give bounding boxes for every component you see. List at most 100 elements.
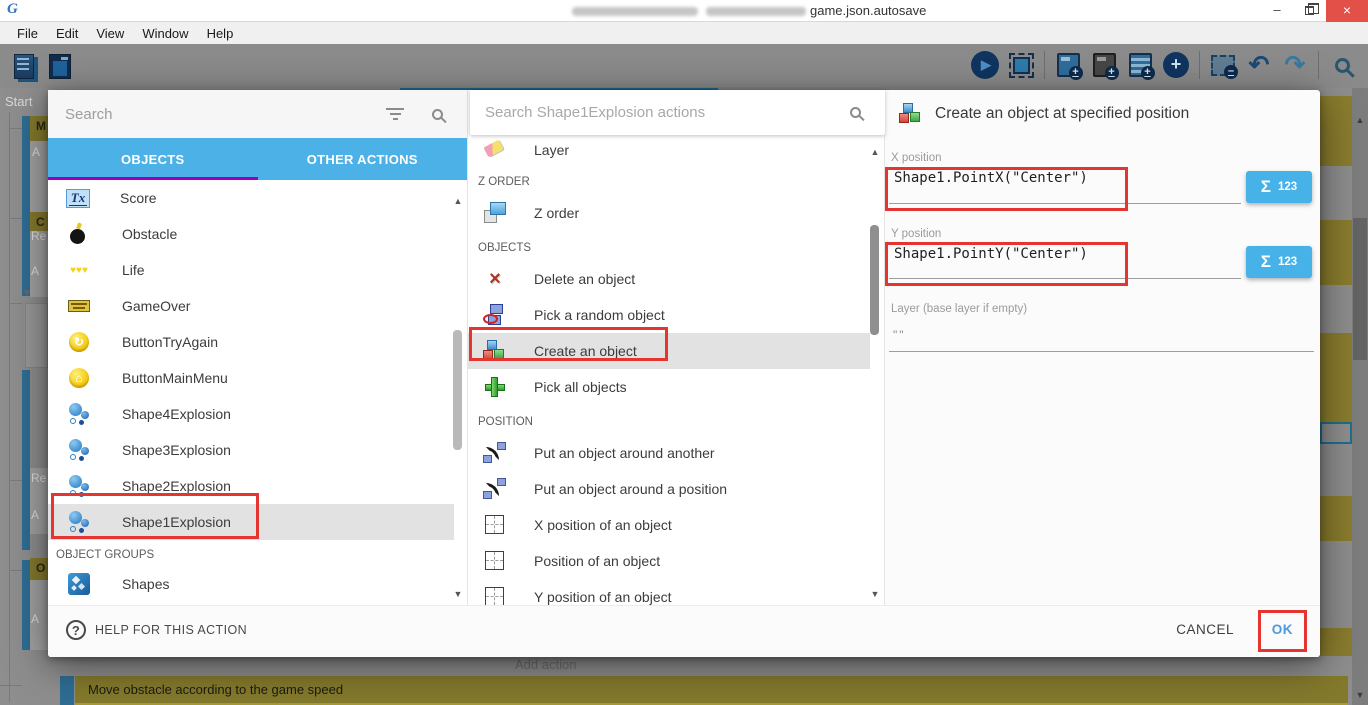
- event-fragment: A: [31, 508, 39, 522]
- list-item-shape3explosion[interactable]: Shape3Explosion: [48, 432, 454, 468]
- y-position-input[interactable]: Shape1.PointY("Center"): [894, 246, 1088, 262]
- scroll-down-icon[interactable]: ▼: [451, 589, 465, 599]
- menu-window[interactable]: Window: [133, 24, 197, 43]
- action-search-input[interactable]: [470, 104, 850, 121]
- item-label: Shape2Explosion: [122, 478, 231, 494]
- remove-event-icon[interactable]: –: [1207, 49, 1239, 81]
- filter-icon[interactable]: [386, 105, 404, 123]
- scroll-up-icon[interactable]: ▲: [451, 196, 465, 206]
- layer-input[interactable]: "": [893, 328, 906, 342]
- list-item-buttonmainmenu[interactable]: ⌂ButtonMainMenu: [48, 360, 454, 396]
- list-item-z-order[interactable]: Z order: [468, 195, 870, 231]
- scrollbar-thumb[interactable]: [1353, 218, 1367, 360]
- collapse-arrow-icon[interactable]: ▼: [22, 288, 32, 299]
- list-item-shape4explosion[interactable]: Shape4Explosion: [48, 396, 454, 432]
- field-label: X position: [891, 152, 942, 164]
- scene-editor-icon[interactable]: [44, 50, 76, 82]
- menu-edit[interactable]: Edit: [47, 24, 87, 43]
- menu-file[interactable]: File: [8, 24, 47, 43]
- ok-button[interactable]: OK: [1272, 622, 1293, 637]
- toolbar: ▶++++–↶↷: [0, 44, 1368, 88]
- search-icon[interactable]: [850, 107, 861, 118]
- menu-help[interactable]: Help: [198, 24, 243, 43]
- item-label: ButtonTryAgain: [122, 334, 218, 350]
- tab-other-actions[interactable]: OTHER ACTIONS: [258, 138, 468, 180]
- create-object-icon: [898, 101, 924, 127]
- action-list-scrollbar[interactable]: ▲ ▼: [868, 145, 882, 599]
- list-item-gameover[interactable]: GameOver: [48, 288, 454, 324]
- list-item-layer[interactable]: Layer: [468, 135, 870, 165]
- field-label: Layer (base layer if empty): [891, 303, 1027, 315]
- scroll-up-icon[interactable]: ▲: [1352, 112, 1368, 128]
- undo-icon[interactable]: ↶: [1243, 49, 1275, 81]
- list-item-pick-all-objects[interactable]: Pick all objects: [468, 369, 870, 405]
- expression-editor-button[interactable]: Σ 123: [1246, 246, 1312, 278]
- list-item-x-position-of-an-object[interactable]: X position of an object: [468, 507, 870, 543]
- object-list-scrollbar[interactable]: ▲ ▼: [451, 190, 465, 599]
- list-item-buttontryagain[interactable]: ↻ButtonTryAgain: [48, 324, 454, 360]
- position-icon: [482, 512, 508, 538]
- redo-icon[interactable]: ↷: [1279, 49, 1311, 81]
- pick-all-icon: [482, 374, 508, 400]
- minimize-button[interactable]: –: [1262, 0, 1292, 22]
- window-scrollbar[interactable]: ▲ ▼: [1352, 88, 1368, 705]
- x-position-input[interactable]: Shape1.PointX("Center"): [894, 170, 1088, 186]
- list-item-y-position-of-an-object[interactable]: Y position of an object: [468, 579, 870, 605]
- blurred-path-text: [572, 7, 698, 16]
- add-circle-icon[interactable]: +: [1160, 49, 1192, 81]
- debug-icon[interactable]: [1005, 49, 1037, 81]
- event-fragment: A: [32, 145, 40, 159]
- list-item-shape2explosion[interactable]: Shape2Explosion: [48, 468, 454, 504]
- search-icon[interactable]: [1326, 49, 1358, 81]
- list-item-score[interactable]: TxScore: [48, 180, 454, 216]
- list-item-delete-an-object[interactable]: ×Delete an object: [468, 261, 870, 297]
- event-fragment: O: [36, 561, 45, 575]
- put-around-icon: [482, 440, 508, 466]
- project-manager-icon[interactable]: [8, 50, 40, 82]
- item-label: Obstacle: [122, 226, 177, 242]
- object-search-input[interactable]: [48, 106, 386, 123]
- expression-editor-button[interactable]: Σ 123: [1246, 171, 1312, 203]
- list-item-obstacle[interactable]: Obstacle: [48, 216, 454, 252]
- list-item-life[interactable]: ♥♥♥Life: [48, 252, 454, 288]
- add-event-icon[interactable]: +: [1052, 49, 1084, 81]
- field-label: Y position: [891, 228, 941, 240]
- list-item-shapes[interactable]: Shapes: [48, 566, 454, 602]
- list-item-pick-a-random-object[interactable]: Pick a random object: [468, 297, 870, 333]
- add-subevent-icon[interactable]: +: [1124, 49, 1156, 81]
- action-editor-dialog: OBJECTS OTHER ACTIONS TxScore Obstacle ♥♥♥…: [48, 90, 1320, 657]
- item-label: Shapes: [122, 576, 169, 592]
- item-label: Put an object around a position: [534, 481, 727, 497]
- scroll-down-icon[interactable]: ▼: [868, 589, 882, 599]
- play-icon[interactable]: ▶: [969, 49, 1001, 81]
- event-fragment: Re: [31, 471, 46, 485]
- add-comment-icon[interactable]: +: [1088, 49, 1120, 81]
- banner-icon: [66, 293, 92, 319]
- event-fragment: Re: [31, 229, 46, 243]
- background-field: [1320, 422, 1352, 444]
- help-link[interactable]: ? HELP FOR THIS ACTION: [66, 620, 247, 640]
- scrollbar-thumb[interactable]: [453, 330, 462, 450]
- event-fragment: A: [31, 264, 39, 278]
- scroll-down-icon[interactable]: ▼: [1352, 687, 1368, 703]
- search-icon[interactable]: [432, 109, 443, 120]
- list-item-put-an-object-around-another[interactable]: Put an object around another: [468, 435, 870, 471]
- list-item-put-an-object-around-a-position[interactable]: Put an object around a position: [468, 471, 870, 507]
- restore-button[interactable]: [1294, 0, 1324, 22]
- explosion-object-icon: [66, 437, 92, 463]
- add-action-row[interactable]: Add action: [510, 655, 1348, 675]
- list-item-position-of-an-object[interactable]: Position of an object: [468, 543, 870, 579]
- event-condition-row[interactable]: Move obstacle according to the game spee…: [75, 676, 1348, 703]
- action-chooser-panel: LayerZ ORDERZ orderOBJECTS×Delete an obj…: [468, 90, 885, 605]
- menu-view[interactable]: View: [87, 24, 133, 43]
- list-item-create-an-object[interactable]: Create an object: [468, 333, 870, 369]
- list-item-shape1explosion[interactable]: Shape1Explosion: [48, 504, 454, 540]
- explosion-object-icon: [66, 509, 92, 535]
- tab-objects[interactable]: OBJECTS: [48, 138, 258, 180]
- scroll-up-icon[interactable]: ▲: [868, 147, 882, 157]
- scrollbar-thumb[interactable]: [870, 225, 879, 335]
- close-button[interactable]: ×: [1326, 0, 1368, 22]
- section-header: OBJECT GROUPS: [48, 540, 467, 566]
- cancel-button[interactable]: CANCEL: [1176, 622, 1234, 637]
- blurred-path-text: [706, 7, 806, 16]
